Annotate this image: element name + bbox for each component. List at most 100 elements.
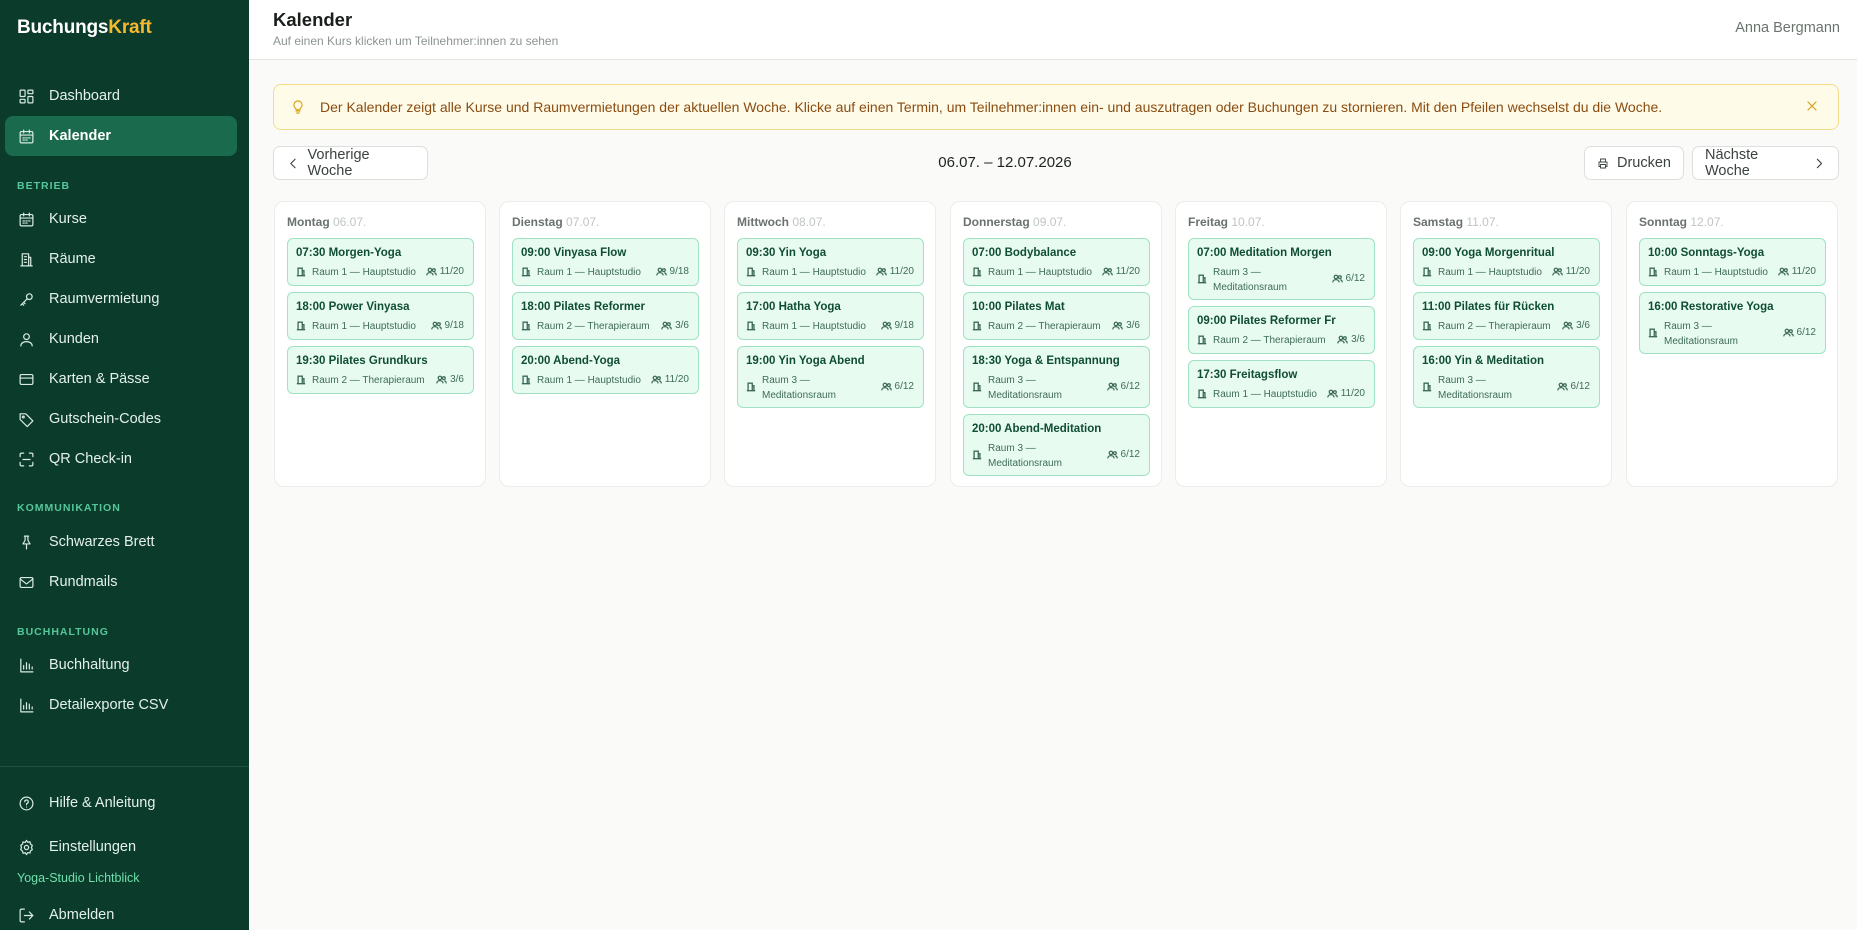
room-icon [1422,381,1432,392]
page-title: Kalender [273,9,353,30]
sidebar-item-dashboard[interactable]: Dashboard [5,76,237,116]
room-icon [1197,273,1207,284]
studio-name: Yoga-Studio Lichtblick [17,871,140,885]
event-card[interactable]: 18:00 Pilates Reformer Raum 2 — Therapier… [512,292,699,340]
event-card[interactable]: 18:00 Power Vinyasa Raum 1 — Hauptstudio 9… [287,292,474,340]
event-card[interactable]: 16:00 Yin & Meditation Raum 3 — Meditation… [1413,346,1600,408]
event-card[interactable]: 07:30 Morgen-Yoga Raum 1 — Hauptstudio 11/… [287,238,474,286]
event-room: Raum 3 — Meditationsraum [972,441,1062,471]
event-card[interactable]: 09:00 Yoga Morgenritual Raum 1 — Hauptstu… [1413,238,1600,286]
day-name: Montag [287,215,330,229]
participant-count: 11/20 [1777,266,1816,277]
print-label: Drucken [1617,155,1671,171]
event-card[interactable]: 09:00 Vinyasa Flow Raum 1 — Hauptstudio 9/… [512,238,699,286]
bar-chart-icon [17,696,35,714]
event-card[interactable]: 20:00 Abend-Meditation Raum 3 — Meditation… [963,414,1150,476]
sidebar-item-raeume[interactable]: Räume [5,239,237,279]
event-card[interactable]: 19:30 Pilates Grundkurs Raum 2 — Therapie… [287,346,474,394]
day-column: Dienstag 07.07. 09:00 Vinyasa Flow Raum 1 … [499,201,711,487]
key-icon [17,290,35,308]
event-card[interactable]: 18:30 Yoga & Entspannung Raum 3 — Meditati… [963,346,1150,408]
sidebar-item-kurse[interactable]: Kurse [5,199,237,239]
previous-week-button[interactable]: Vorherige Woche [273,146,428,180]
room-label-line: Raum 3 — [1213,267,1261,278]
participant-count: 6/12 [1106,449,1140,460]
room-label-line: Meditationsraum [1438,390,1512,401]
page-subtitle: Auf einen Kurs klicken um Teilnehmer:inn… [273,34,559,48]
event-title: 20:00 Abend-Yoga [521,355,621,367]
participant-count: 3/6 [1337,334,1365,345]
day-date: 06.07. [329,215,367,229]
event-title: 07:00 Bodybalance [972,247,1077,259]
event-card[interactable]: 20:00 Abend-Yoga Raum 1 — Hauptstudio 11/2… [512,346,699,394]
sidebar-item-einstellungen[interactable]: Einstellungen [5,827,237,867]
room-label: Raum 3 — Meditationsraum [1213,265,1287,295]
users-icon [875,266,890,277]
sidebar-item-qr-check-in[interactable]: QR Check-in [5,439,237,479]
calendar-icon [17,210,35,228]
event-card[interactable]: 09:00 Pilates Reformer Fr Raum 2 — Therap… [1188,306,1375,354]
participant-count-value: 11/20 [1565,266,1590,277]
participant-count-value: 11/20 [664,374,689,385]
event-card[interactable]: 19:00 Yin Yoga Abend Raum 3 — Meditationsr… [737,346,924,408]
event-card[interactable]: 11:00 Pilates für Rücken Raum 2 — Therapi… [1413,292,1600,340]
section-label-buchhaltung: BUCHHALTUNG [17,626,109,638]
room-icon [296,320,306,331]
participant-count-value: 9/18 [894,320,914,331]
app-logo[interactable]: BuchungsKraft [17,17,152,39]
sidebar-item-label: Räume [49,251,96,267]
room-label: Raum 1 — Hauptstudio [762,267,866,278]
sidebar-item-label: Hilfe & Anleitung [49,795,156,811]
room-icon [296,374,306,385]
sidebar-item-abmelden[interactable]: Abmelden [5,895,237,930]
logout-icon [17,906,35,924]
event-card[interactable]: 17:30 Freitagsflow Raum 1 — Hauptstudio 11… [1188,360,1375,408]
event-card[interactable]: 09:30 Yin Yoga Raum 1 — Hauptstudio 11/20 [737,238,924,286]
users-icon [880,381,895,392]
day-column: Montag 06.07. 07:30 Morgen-Yoga Raum 1 — H… [274,201,486,487]
room-icon [1422,320,1432,331]
sidebar-item-kalender[interactable]: Kalender [5,116,237,156]
sidebar-item-buchhaltung[interactable]: Buchhaltung [5,645,237,685]
room-label: Raum 2 — Therapieraum [537,321,650,332]
event-title: 09:00 Pilates Reformer Fr [1197,315,1336,327]
room-label: Raum 3 — Meditationsraum [988,373,1062,403]
event-room: Raum 3 — Meditationsraum [1197,265,1287,295]
sidebar-item-rundmails[interactable]: Rundmails [5,562,237,602]
sidebar-item-kunden[interactable]: Kunden [5,319,237,359]
room-label: Raum 1 — Hauptstudio [1664,267,1768,278]
event-room: Raum 2 — Therapieraum [521,319,650,334]
users-icon [1337,334,1351,345]
participant-count-value: 6/12 [1345,273,1365,284]
event-room: Raum 1 — Hauptstudio [1648,265,1768,280]
event-title: 16:00 Yin & Meditation [1422,355,1545,367]
print-button[interactable]: Drucken [1584,146,1684,180]
room-label: Raum 2 — Therapieraum [1438,321,1551,332]
day-date: 07.07. [562,215,600,229]
sidebar-item-label: Einstellungen [49,839,137,855]
sidebar-item-hilfe[interactable]: Hilfe & Anleitung [5,783,237,823]
sidebar-item-detailexporte-csv[interactable]: Detailexporte CSV [5,685,237,725]
event-title: 09:00 Vinyasa Flow [521,247,627,259]
event-card[interactable]: 10:00 Pilates Mat Raum 2 — Therapieraum 3/… [963,292,1150,340]
event-card[interactable]: 10:00 Sonntags-Yoga Raum 1 — Hauptstudio 1… [1639,238,1826,286]
user-name[interactable]: Anna Bergmann [1735,20,1840,36]
event-room: Raum 1 — Hauptstudio [521,265,641,280]
event-card[interactable]: 17:00 Hatha Yoga Raum 1 — Hauptstudio 9/18 [737,292,924,340]
participant-count-value: 6/12 [894,381,914,392]
event-room: Raum 3 — Meditationsraum [1648,319,1738,349]
card-icon [17,370,35,388]
room-icon [746,381,756,392]
participant-count-value: 6/12 [1120,449,1140,460]
event-card[interactable]: 07:00 Meditation Morgen Raum 3 — Meditatio… [1188,238,1375,300]
sidebar-item-karten-paesse[interactable]: Karten & Pässe [5,359,237,399]
close-icon[interactable] [1804,98,1822,116]
next-week-button[interactable]: Nächste Woche [1692,146,1839,180]
sidebar-item-raumvermietung[interactable]: Raumvermietung [5,279,237,319]
event-card[interactable]: 07:00 Bodybalance Raum 1 — Hauptstudio 11/… [963,238,1150,286]
sidebar-item-schwarzes-brett[interactable]: Schwarzes Brett [5,522,237,562]
section-label-betrieb: BETRIEB [17,180,71,192]
sidebar-item-gutschein-codes[interactable]: Gutschein-Codes [5,399,237,439]
event-card[interactable]: 16:00 Restorative Yoga Raum 3 — Meditation… [1639,292,1826,354]
room-icon [972,320,982,331]
